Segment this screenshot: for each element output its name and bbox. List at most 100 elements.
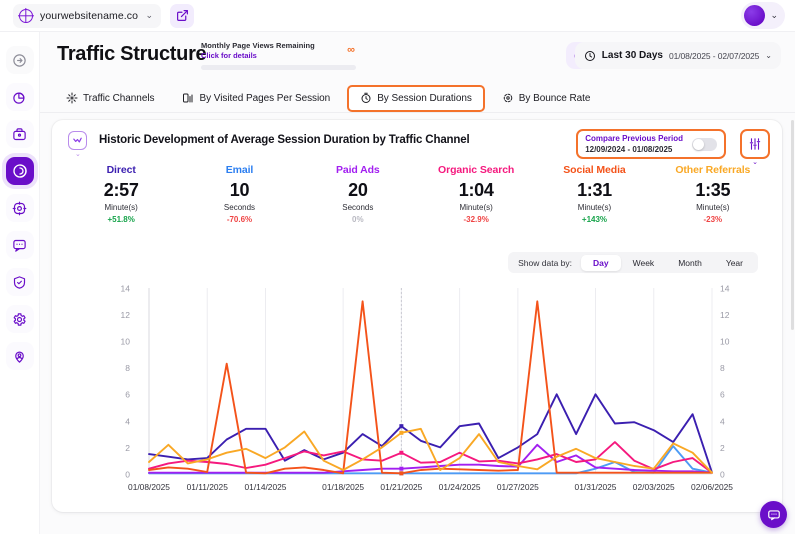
sidebar-item-visitors[interactable] xyxy=(5,342,34,370)
metric-unit: Minute(s) xyxy=(459,203,493,212)
gear-icon xyxy=(13,312,26,326)
top-bar: yourwebsitename.co ⌄ ⌄ xyxy=(0,0,795,32)
chart-svg: 0 0 2 2 4 4 6 6 8 8 10 10 12 12 14 14 01/08/2025 01/11/20… xyxy=(121,283,734,492)
sidebar-item-messages[interactable] xyxy=(5,231,34,259)
metric-name: Direct xyxy=(106,164,136,176)
svg-text:2: 2 xyxy=(125,443,130,453)
card-title: Historic Development of Average Session … xyxy=(99,134,470,146)
svg-text:14: 14 xyxy=(720,283,730,293)
tab-label: By Session Durations xyxy=(377,92,472,104)
chevron-down-icon: ⌄ xyxy=(765,51,772,60)
sidebar-item-dashboard[interactable] xyxy=(5,83,34,111)
metric-name: Organic Search xyxy=(438,164,515,176)
chevron-down-icon[interactable]: ⌄ xyxy=(75,150,81,158)
page-title: Traffic Structure xyxy=(57,43,207,65)
show-data-by-label: Show data by: xyxy=(518,257,573,268)
tab-session-durations[interactable]: By Session Durations xyxy=(347,84,485,112)
external-link-icon xyxy=(176,10,188,21)
svg-text:14: 14 xyxy=(121,283,131,293)
tab-label: By Bounce Rate xyxy=(518,92,591,104)
chevron-down-icon: ⌄ xyxy=(145,10,153,20)
pie-chart-icon xyxy=(13,92,25,104)
svg-text:01/31/2025: 01/31/2025 xyxy=(575,482,617,492)
svg-text:0: 0 xyxy=(720,469,725,479)
metric-paid-ads: Paid Ads 20 Seconds 0% xyxy=(299,164,417,224)
site-name-label: yourwebsitename.co xyxy=(40,9,139,22)
svg-text:10: 10 xyxy=(720,337,730,347)
metric-delta: +143% xyxy=(581,215,608,224)
svg-text:01/14/2025: 01/14/2025 xyxy=(245,482,287,492)
metric-name: Other Referrals xyxy=(675,164,751,176)
svg-text:10: 10 xyxy=(121,337,131,347)
svg-text:2: 2 xyxy=(720,443,725,453)
sidebar-item-goals[interactable] xyxy=(5,194,34,222)
account-menu[interactable]: ⌄ xyxy=(741,2,785,29)
tab-bar: Traffic Channels By Visited Pages Per Se… xyxy=(40,84,795,113)
sliders-icon xyxy=(749,138,761,150)
show-data-by-year[interactable]: Year xyxy=(714,255,755,271)
metric-unit: Minute(s) xyxy=(696,203,730,212)
page-scrollbar-thumb[interactable] xyxy=(791,120,794,330)
tab-traffic-channels[interactable]: Traffic Channels xyxy=(55,86,165,111)
metric-delta: -32.9% xyxy=(463,215,489,224)
bounce-icon xyxy=(503,93,513,103)
svg-text:12: 12 xyxy=(121,310,131,320)
open-external-button[interactable] xyxy=(170,3,194,28)
svg-text:4: 4 xyxy=(720,416,725,426)
date-range-selector[interactable]: Last 30 Days 01/08/2025 - 02/07/2025 ⌄ xyxy=(574,42,781,69)
sidebar-item-expand-panel[interactable] xyxy=(5,46,34,74)
tab-visited-pages-per-session[interactable]: By Visited Pages Per Session xyxy=(171,86,341,111)
metric-value: 1:04 xyxy=(458,180,494,200)
compare-toggle[interactable] xyxy=(692,137,717,151)
metric-value: 1:35 xyxy=(695,180,731,200)
pages-icon xyxy=(183,93,193,103)
svg-text:01/18/2025: 01/18/2025 xyxy=(322,482,364,492)
show-data-by-week[interactable]: Week xyxy=(621,255,667,271)
quota-value: ∞ xyxy=(347,44,355,56)
metric-value: 20 xyxy=(348,180,368,200)
date-range-label: Last 30 Days xyxy=(601,50,663,61)
quota-widget[interactable]: Monthly Page Views Remaining Click for d… xyxy=(201,41,369,70)
quota-details-link[interactable]: Click for details xyxy=(201,51,369,60)
sidebar-item-traffic[interactable] xyxy=(5,157,34,185)
metric-organic-search: Organic Search 1:04 Minute(s) -32.9% xyxy=(417,164,535,224)
svg-text:12: 12 xyxy=(720,310,730,320)
metric-direct: Direct 2:57 Minute(s) +51.8% xyxy=(62,164,180,224)
sidebar-item-campaigns[interactable] xyxy=(5,120,34,148)
svg-text:6: 6 xyxy=(125,390,130,400)
metric-unit: Minute(s) xyxy=(104,203,138,212)
app-root: yourwebsitename.co ⌄ ⌄ Traffic Structure… xyxy=(0,0,795,534)
chart-box-icon xyxy=(68,131,87,150)
svg-text:01/21/2025: 01/21/2025 xyxy=(380,482,422,492)
metric-value: 10 xyxy=(229,180,250,200)
metric-unit: Seconds xyxy=(223,203,256,212)
chart-filter-button[interactable] xyxy=(740,129,770,159)
sidebar-item-settings[interactable] xyxy=(5,305,34,333)
metric-unit: Minute(s) xyxy=(577,203,612,212)
svg-text:01/24/2025: 01/24/2025 xyxy=(439,482,481,492)
metric-value: 2:57 xyxy=(103,180,139,200)
sidebar xyxy=(0,32,40,534)
metric-name: Social Media xyxy=(563,164,626,176)
metric-other-referrals: Other Referrals 1:35 Minute(s) -23% xyxy=(654,164,772,224)
support-chat-button[interactable] xyxy=(760,501,787,528)
target-icon xyxy=(12,201,27,215)
chart-glyph-icon xyxy=(73,137,82,143)
metric-value: 1:31 xyxy=(577,180,612,200)
page-header: Traffic Structure Monthly Page Views Rem… xyxy=(40,32,795,84)
sidebar-item-security[interactable] xyxy=(5,268,34,296)
metric-delta: +51.8% xyxy=(107,215,135,224)
tab-bounce-rate[interactable]: By Bounce Rate xyxy=(491,86,602,111)
metric-name: Email xyxy=(225,164,254,176)
clock-icon xyxy=(584,50,595,61)
show-data-by-month[interactable]: Month xyxy=(666,255,714,271)
svg-text:6: 6 xyxy=(720,390,725,400)
compare-previous-period-control[interactable]: Compare Previous Period 12/09/2024 - 01/… xyxy=(576,129,726,159)
avatar xyxy=(744,5,766,26)
svg-text:8: 8 xyxy=(125,363,130,373)
show-data-by-day[interactable]: Day xyxy=(581,254,621,271)
site-selector[interactable]: yourwebsitename.co ⌄ xyxy=(13,3,161,28)
tab-label: By Visited Pages Per Session xyxy=(199,92,331,104)
session-duration-chart[interactable]: 0 0 2 2 4 4 6 6 8 8 10 10 12 12 14 14 01/08/2025 01/11/20… xyxy=(52,280,782,508)
metric-delta: -70.6% xyxy=(226,215,253,224)
